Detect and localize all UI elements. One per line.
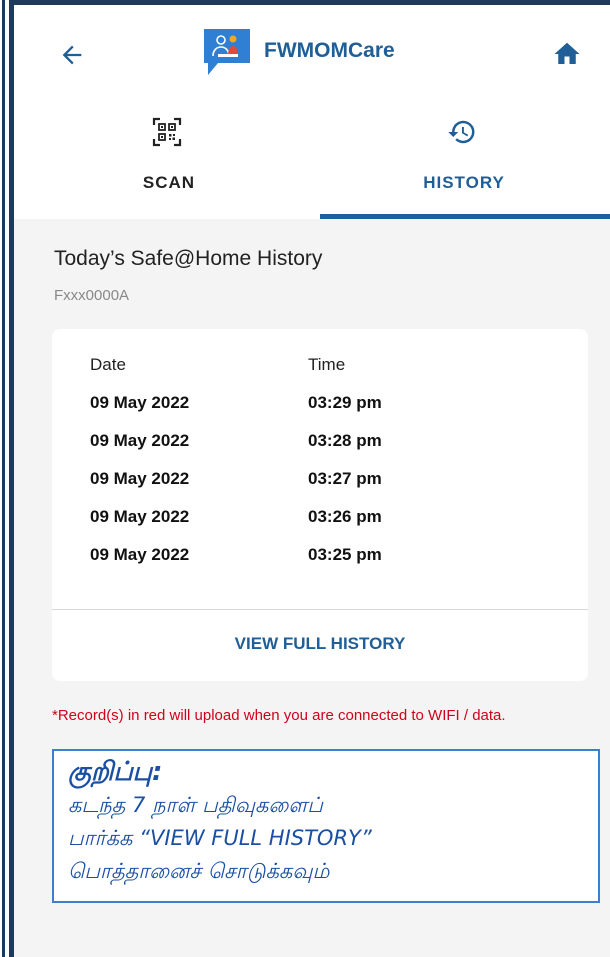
- tab-bar: SCAN HISTORY: [14, 97, 610, 219]
- history-row: 09 May 2022 03:25 pm: [52, 545, 588, 575]
- row-time: 03:25 pm: [308, 545, 382, 564]
- row-date: 09 May 2022: [90, 393, 190, 412]
- row-time: 03:27 pm: [308, 469, 382, 488]
- row-time: 03:29 pm: [308, 393, 382, 412]
- history-row: 09 May 2022 03:29 pm: [52, 393, 588, 423]
- fwmomcare-logo-icon: [200, 25, 254, 79]
- history-row: 09 May 2022 03:27 pm: [52, 469, 588, 499]
- row-time: 03:26 pm: [308, 507, 382, 526]
- tab-history[interactable]: HISTORY: [312, 97, 610, 219]
- app-screen: FWMOMCare SCAN HISTORY Today’s Safe@Home…: [14, 5, 610, 957]
- callout-line: கடந்த 7 நாள் பதிவுகளைப்: [68, 793, 323, 817]
- callout-heading: குறிப்பு:: [68, 757, 163, 787]
- app-header: FWMOMCare: [14, 5, 610, 97]
- upload-notice: *Record(s) in red will upload when you a…: [52, 707, 506, 724]
- app-title: FWMOMCare: [264, 39, 395, 62]
- back-arrow-icon: [62, 45, 82, 65]
- tab-scan[interactable]: SCAN: [14, 97, 312, 219]
- row-date: 09 May 2022: [90, 507, 190, 526]
- column-header-time: Time: [308, 355, 346, 374]
- user-id-label: Fxxx0000A: [54, 287, 130, 304]
- home-button[interactable]: [552, 39, 582, 69]
- back-button[interactable]: [58, 41, 86, 69]
- history-icon: [447, 117, 477, 147]
- history-row: 09 May 2022 03:26 pm: [52, 507, 588, 537]
- view-full-history-button[interactable]: VIEW FULL HISTORY: [52, 634, 588, 654]
- card-divider: [52, 609, 588, 610]
- history-row: 09 May 2022 03:28 pm: [52, 431, 588, 461]
- page-title: Today’s Safe@Home History: [54, 247, 323, 270]
- row-time: 03:28 pm: [308, 431, 382, 450]
- qr-code-icon: [152, 117, 182, 147]
- history-content: Today’s Safe@Home History Fxxx0000A Date…: [14, 219, 610, 957]
- callout-line: பொத்தானைச் சொடுக்கவும்: [68, 859, 330, 883]
- history-card: Date Time 09 May 2022 03:29 pm 09 May 20…: [52, 329, 588, 681]
- tamil-instruction-callout: குறிப்பு: கடந்த 7 நாள் பதிவுகளைப் பார்க்…: [52, 749, 600, 903]
- column-header-date: Date: [90, 355, 126, 374]
- tab-history-label: HISTORY: [423, 173, 505, 192]
- row-date: 09 May 2022: [90, 469, 190, 488]
- row-date: 09 May 2022: [90, 431, 190, 450]
- home-icon: [554, 42, 580, 64]
- row-date: 09 May 2022: [90, 545, 190, 564]
- callout-line: பார்க்க “VIEW FULL HISTORY”: [68, 826, 372, 850]
- tab-scan-label: SCAN: [142, 173, 196, 192]
